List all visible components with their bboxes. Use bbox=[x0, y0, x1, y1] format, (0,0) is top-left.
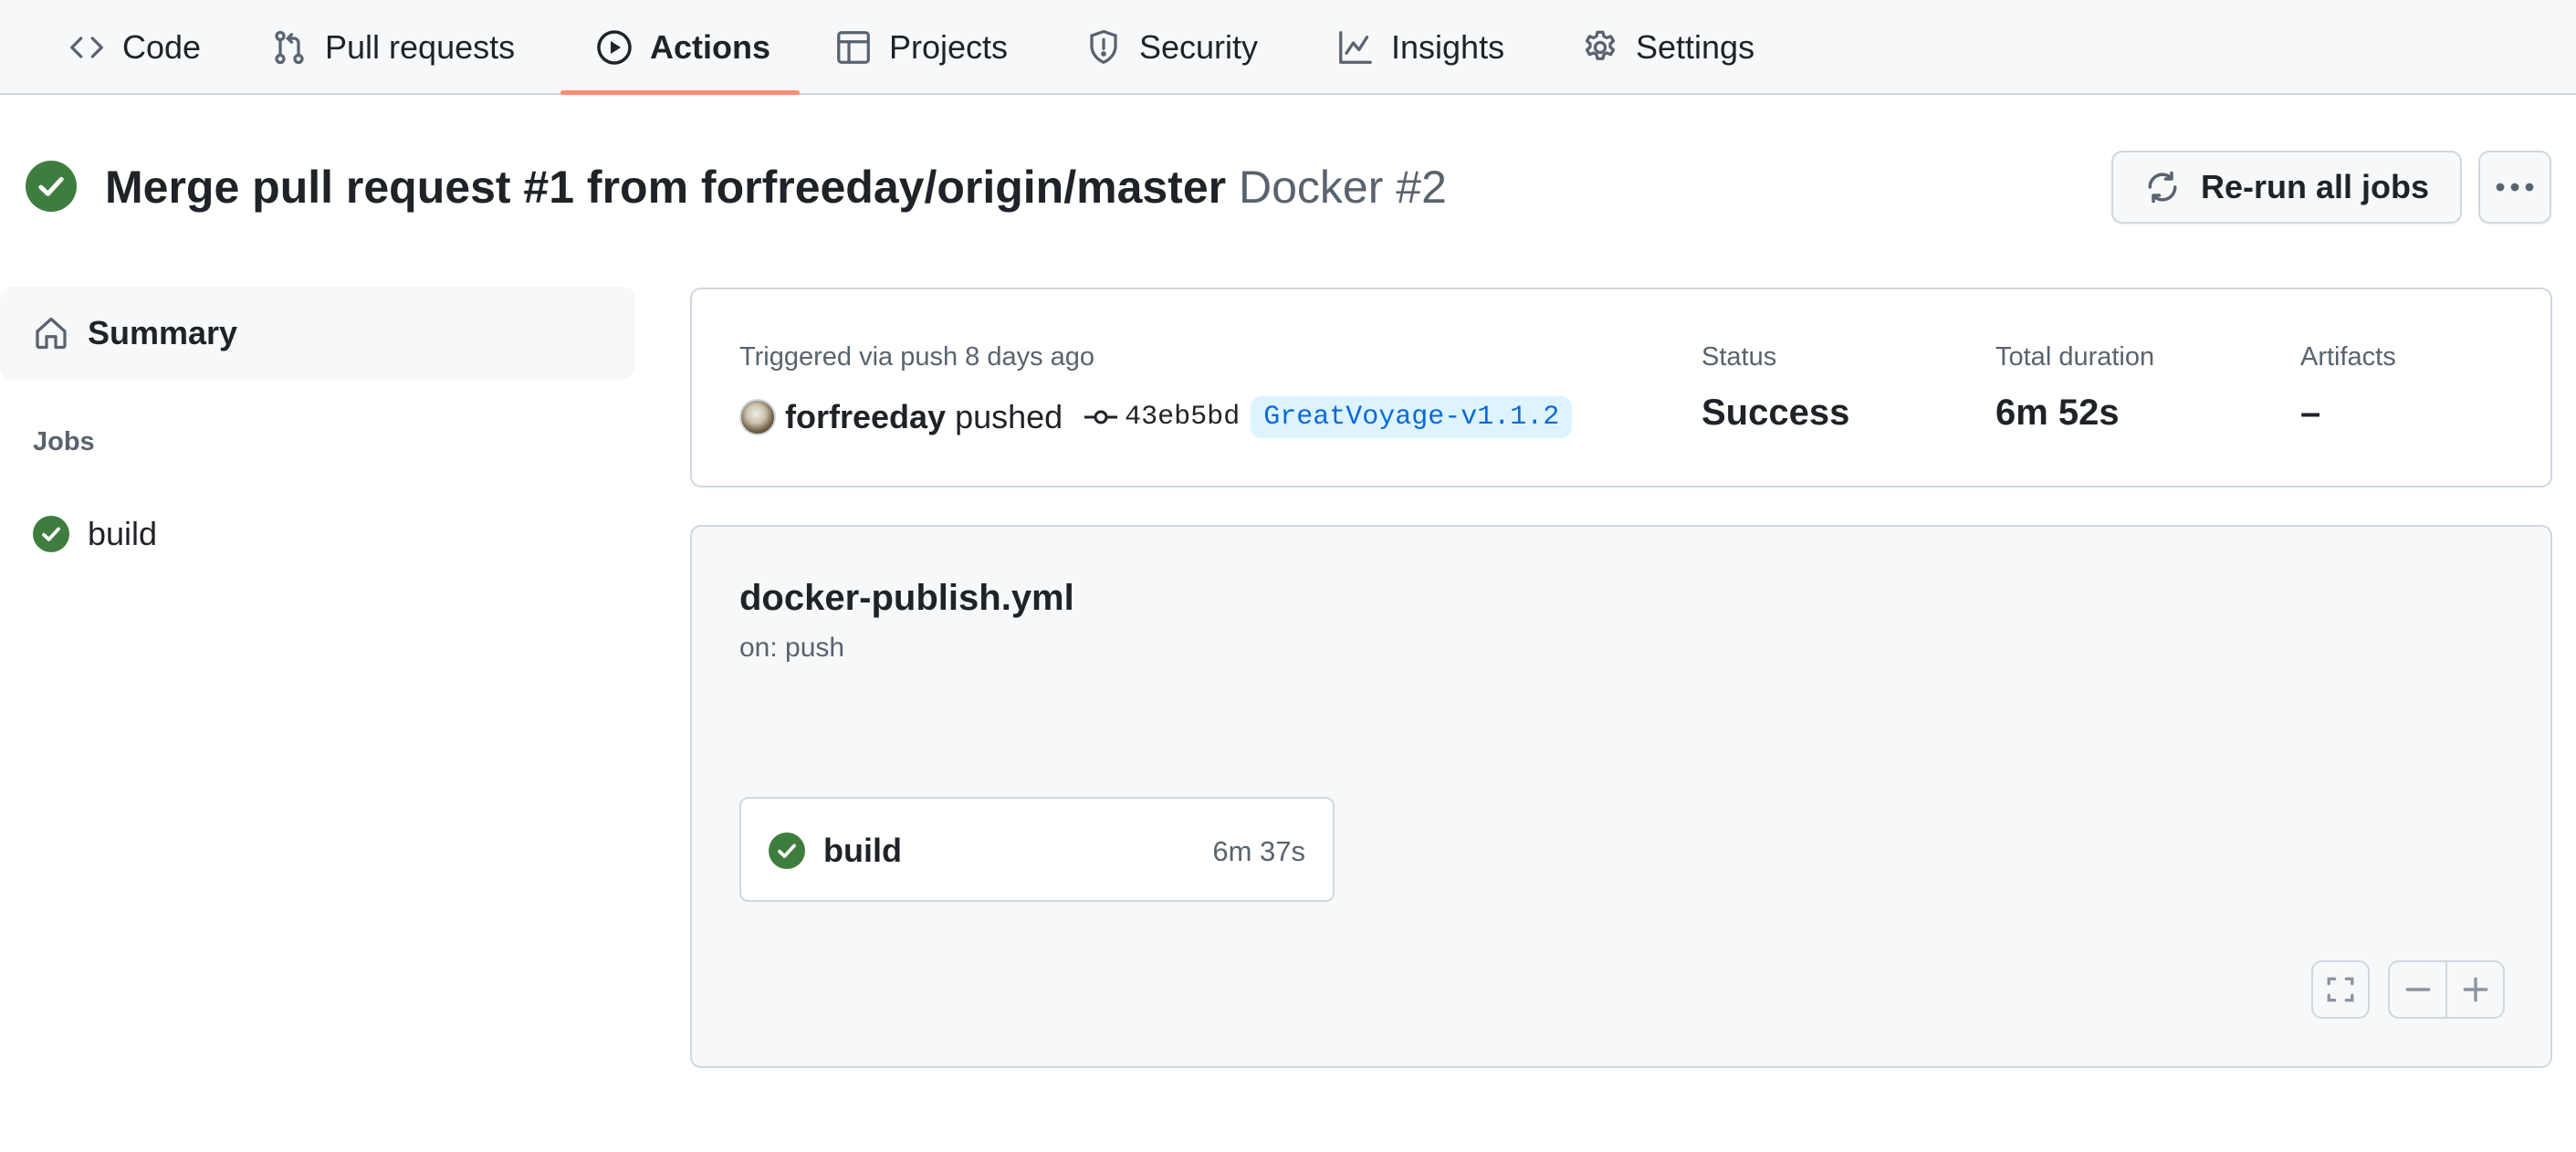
actor-link[interactable]: forfreeday bbox=[785, 398, 946, 436]
run-summary-card: Triggered via push 8 days ago forfreeday… bbox=[690, 288, 2552, 487]
workflow-graph: docker-publish.yml on: push build 6m 37s bbox=[690, 525, 2552, 1068]
rerun-all-jobs-button[interactable]: Re-run all jobs bbox=[2111, 151, 2462, 224]
tab-label: Code bbox=[122, 28, 202, 66]
commit-sha-link[interactable]: 43eb5bd bbox=[1125, 402, 1240, 433]
shield-icon bbox=[1084, 28, 1123, 67]
tab-label: Security bbox=[1139, 28, 1259, 66]
workflow-file-name[interactable]: docker-publish.yml bbox=[739, 578, 1074, 619]
fullscreen-button[interactable] bbox=[2311, 960, 2370, 1019]
repo-nav: Code Pull requests Actions Projects Secu… bbox=[0, 0, 2576, 95]
tab-label: Insights bbox=[1391, 28, 1505, 66]
sidebar-item-summary[interactable]: Summary bbox=[0, 287, 635, 380]
duration-block: Total duration 6m 52s bbox=[1995, 342, 2154, 434]
branch-label[interactable]: GreatVoyage-v1.1.2 bbox=[1251, 396, 1573, 438]
avatar[interactable] bbox=[739, 399, 776, 435]
tab-insights[interactable]: Insights bbox=[1336, 0, 1504, 95]
sync-icon bbox=[2148, 171, 2177, 204]
workflow-run-name: Docker #2 bbox=[1239, 162, 1447, 213]
sidebar-item-job-build[interactable]: build bbox=[0, 502, 635, 566]
job-duration: 6m 37s bbox=[1212, 835, 1305, 867]
kebab-horizontal-icon bbox=[2496, 183, 2534, 192]
sidebar-job-label: build bbox=[88, 515, 158, 552]
workflow-trigger: on: push bbox=[739, 633, 845, 663]
job-node-build[interactable]: build 6m 37s bbox=[739, 797, 1335, 902]
push-action-text: pushed bbox=[955, 398, 1063, 435]
run-commit-title: Merge pull request #1 from forfreeday/or… bbox=[105, 162, 1227, 213]
graph-icon bbox=[1336, 28, 1375, 67]
code-icon bbox=[68, 28, 106, 67]
artifacts-value: – bbox=[2300, 393, 2321, 433]
zoom-out-button[interactable] bbox=[2390, 962, 2445, 1017]
sidebar-jobs-heading: Jobs bbox=[33, 427, 95, 456]
git-pull-request-icon bbox=[270, 28, 309, 67]
table-icon bbox=[834, 28, 873, 67]
success-check-icon bbox=[26, 161, 77, 212]
home-icon bbox=[36, 317, 67, 350]
status-block: Status Success bbox=[1702, 342, 1849, 434]
screen-full-icon bbox=[2327, 977, 2354, 1002]
git-commit-icon bbox=[1084, 410, 1118, 424]
dash-icon bbox=[2405, 988, 2430, 991]
zoom-controls bbox=[2388, 960, 2505, 1019]
status-value: Success bbox=[1702, 393, 1850, 433]
tab-actions[interactable]: Actions bbox=[595, 0, 770, 95]
tab-settings[interactable]: Settings bbox=[1581, 0, 1754, 95]
status-label: Status bbox=[1702, 342, 1777, 372]
play-icon bbox=[595, 28, 634, 67]
duration-value: 6m 52s bbox=[1995, 393, 2120, 433]
duration-label: Total duration bbox=[1995, 342, 2155, 372]
sidebar-summary-label: Summary bbox=[88, 314, 238, 351]
tab-code[interactable]: Code bbox=[68, 0, 201, 95]
artifacts-label: Artifacts bbox=[2300, 342, 2396, 372]
tab-security[interactable]: Security bbox=[1084, 0, 1258, 95]
push-info: forfreeday pushed 43eb5bd GreatVoyage-v1… bbox=[739, 394, 1573, 440]
success-check-icon bbox=[33, 516, 69, 552]
artifacts-block: Artifacts – bbox=[2300, 342, 2396, 434]
tab-label: Actions bbox=[650, 28, 771, 66]
job-name: build bbox=[823, 832, 902, 869]
run-title: Merge pull request #1 from forfreeday/or… bbox=[105, 155, 1447, 219]
active-tab-indicator bbox=[560, 90, 800, 95]
tab-label: Settings bbox=[1636, 28, 1755, 66]
rerun-label: Re-run all jobs bbox=[2200, 168, 2430, 205]
tab-label: Pull requests bbox=[325, 28, 516, 66]
plus-icon bbox=[2463, 977, 2487, 1002]
zoom-in-button[interactable] bbox=[2445, 962, 2503, 1017]
more-options-button[interactable] bbox=[2478, 151, 2551, 224]
tab-label: Projects bbox=[889, 28, 1009, 66]
tab-projects[interactable]: Projects bbox=[834, 0, 1008, 95]
tab-pull-requests[interactable]: Pull requests bbox=[270, 0, 515, 95]
trigger-text: Triggered via push 8 days ago bbox=[739, 342, 1095, 372]
gear-icon bbox=[1581, 28, 1619, 67]
success-check-icon bbox=[769, 833, 805, 869]
